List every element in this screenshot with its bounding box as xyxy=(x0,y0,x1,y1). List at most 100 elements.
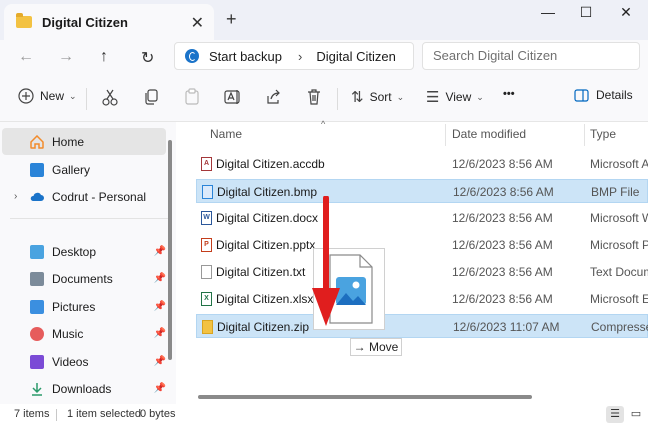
details-pane-button[interactable]: Details xyxy=(574,88,633,102)
column-divider[interactable] xyxy=(445,124,446,146)
breadcrumb-start-backup[interactable]: Start backup xyxy=(209,49,282,64)
column-header-date[interactable]: Date modified xyxy=(452,127,526,141)
tab-digital-citizen[interactable]: Digital Citizen ✕ xyxy=(4,4,214,40)
details-label: Details xyxy=(596,88,633,102)
sidebar-item-documents[interactable]: Documents 📌 xyxy=(2,265,166,292)
sidebar-item-home[interactable]: Home xyxy=(2,128,166,155)
cut-icon[interactable] xyxy=(102,88,118,106)
maximize-button[interactable]: ☐ xyxy=(566,4,606,24)
table-row[interactable]: X Digital Citizen.xlsx 12/6/2023 8:56 AM… xyxy=(196,287,648,311)
delete-icon[interactable] xyxy=(306,88,322,106)
sidebar-item-music[interactable]: Music 📌 xyxy=(2,320,166,347)
sidebar-item-label: Videos xyxy=(52,354,89,369)
pin-icon[interactable]: 📌 xyxy=(154,356,166,367)
move-tooltip: → Move xyxy=(350,338,402,356)
column-header-type[interactable]: Type xyxy=(590,127,616,141)
table-row[interactable]: Digital Citizen.txt 12/6/2023 8:56 AM Te… xyxy=(196,260,648,284)
table-row[interactable]: Digital Citizen.zip 12/6/2023 11:07 AM C… xyxy=(196,314,648,338)
copy-icon[interactable] xyxy=(143,88,159,106)
pin-icon[interactable]: 📌 xyxy=(154,246,166,257)
sort-indicator-icon: ^ xyxy=(321,119,326,129)
chevron-right-icon[interactable]: › xyxy=(14,191,17,202)
file-type: Microsoft Ac xyxy=(590,157,648,171)
new-tab-button[interactable]: + xyxy=(226,9,237,30)
refresh-button[interactable]: ↻ xyxy=(141,48,154,68)
file-date: 12/6/2023 8:56 AM xyxy=(453,185,554,199)
sidebar-item-gallery[interactable]: Gallery xyxy=(2,156,166,183)
tiles-view-icon[interactable]: ▭ xyxy=(627,406,645,423)
sort-button[interactable]: ⇅ Sort ⌄ xyxy=(351,88,404,106)
file-type: Microsoft Wo xyxy=(590,211,648,225)
column-header-name[interactable]: Name xyxy=(210,127,242,141)
status-bar: 7 items 1 item selected 0 bytes ☰ ▭ xyxy=(0,404,648,425)
pin-icon[interactable]: 📌 xyxy=(154,383,166,394)
file-date: 12/6/2023 8:56 AM xyxy=(452,265,553,279)
table-row[interactable]: Digital Citizen.bmp 12/6/2023 8:56 AM BM… xyxy=(196,179,648,203)
gallery-icon xyxy=(30,162,44,177)
new-button[interactable]: New ⌄ xyxy=(18,88,77,104)
sidebar-item-label: Codrut - Personal xyxy=(52,189,147,204)
up-button[interactable]: ↑ xyxy=(100,48,108,66)
file-date: 12/6/2023 8:56 AM xyxy=(452,238,553,252)
home-icon xyxy=(30,134,44,149)
access-file-icon: A xyxy=(201,157,212,171)
minimize-button[interactable]: — xyxy=(528,4,568,24)
file-name: Digital Citizen.xlsx xyxy=(216,292,314,306)
share-icon[interactable] xyxy=(265,88,281,106)
pin-icon[interactable]: 📌 xyxy=(154,328,166,339)
sidebar-item-desktop[interactable]: Desktop 📌 xyxy=(2,238,166,265)
close-window-button[interactable]: ✕ xyxy=(606,4,646,24)
sidebar-item-label: Pictures xyxy=(52,299,96,314)
rename-icon[interactable] xyxy=(224,88,242,106)
sidebar-item-downloads[interactable]: Downloads 📌 xyxy=(2,375,166,402)
file-type: Compressed xyxy=(591,320,648,334)
status-divider xyxy=(56,409,57,421)
chevron-down-icon: ⌄ xyxy=(396,91,405,102)
forward-button[interactable]: → xyxy=(58,48,74,66)
paste-icon[interactable] xyxy=(184,88,200,106)
backup-cloud-icon xyxy=(185,49,199,63)
folder-icon xyxy=(16,13,32,28)
sidebar-item-label: Home xyxy=(52,134,85,149)
view-button[interactable]: ☰ View ⌄ xyxy=(426,88,484,106)
sidebar-scrollbar[interactable] xyxy=(168,140,172,360)
chevron-right-icon[interactable]: › xyxy=(298,49,302,64)
sidebar-divider xyxy=(10,218,168,219)
pin-icon[interactable]: 📌 xyxy=(154,301,166,312)
pictures-icon xyxy=(30,299,44,314)
pin-icon[interactable]: 📌 xyxy=(154,273,166,284)
sidebar-item-label: Downloads xyxy=(52,381,112,396)
table-row[interactable]: W Digital Citizen.docx 12/6/2023 8:56 AM… xyxy=(196,206,648,230)
search-input[interactable]: Search Digital Citizen xyxy=(422,42,640,70)
word-file-icon: W xyxy=(201,211,212,225)
sort-icon: ⇅ xyxy=(351,89,364,106)
column-divider[interactable] xyxy=(584,124,585,146)
sort-label: Sort xyxy=(369,90,392,104)
status-size: 0 bytes xyxy=(140,408,176,420)
details-view-icon[interactable]: ☰ xyxy=(606,406,624,423)
table-row[interactable]: A Digital Citizen.accdb 12/6/2023 8:56 A… xyxy=(196,152,648,176)
back-button[interactable]: ← xyxy=(18,48,34,66)
chevron-down-icon: ⌄ xyxy=(476,91,484,102)
image-file-icon xyxy=(202,185,213,199)
file-name: Digital Citizen.txt xyxy=(216,265,306,279)
sidebar-item-onedrive[interactable]: › Codrut - Personal xyxy=(2,183,166,210)
details-pane-icon xyxy=(574,88,589,102)
sidebar-item-videos[interactable]: Videos 📌 xyxy=(2,348,166,375)
sidebar-item-pictures[interactable]: Pictures 📌 xyxy=(2,293,166,320)
address-row: ← → ↑ ↻ Start backup › Digital Citizen S… xyxy=(0,40,648,76)
videos-icon xyxy=(30,354,44,369)
horizontal-scrollbar[interactable] xyxy=(198,395,532,399)
address-bar[interactable]: Start backup › Digital Citizen xyxy=(174,42,414,70)
see-more-button[interactable]: ••• xyxy=(503,88,515,100)
status-selection: 1 item selected xyxy=(67,408,141,420)
downloads-icon xyxy=(32,382,42,396)
documents-icon xyxy=(30,271,44,286)
file-type: Microsoft Exc xyxy=(590,292,648,306)
file-type: Text Docume xyxy=(590,265,648,279)
sidebar-item-label: Documents xyxy=(52,271,113,286)
table-row[interactable]: P Digital Citizen.pptx 12/6/2023 8:56 AM… xyxy=(196,233,648,257)
file-date: 12/6/2023 11:07 AM xyxy=(453,320,560,334)
breadcrumb-digital-citizen[interactable]: Digital Citizen xyxy=(316,49,395,64)
tab-close-icon[interactable]: ✕ xyxy=(191,13,204,33)
